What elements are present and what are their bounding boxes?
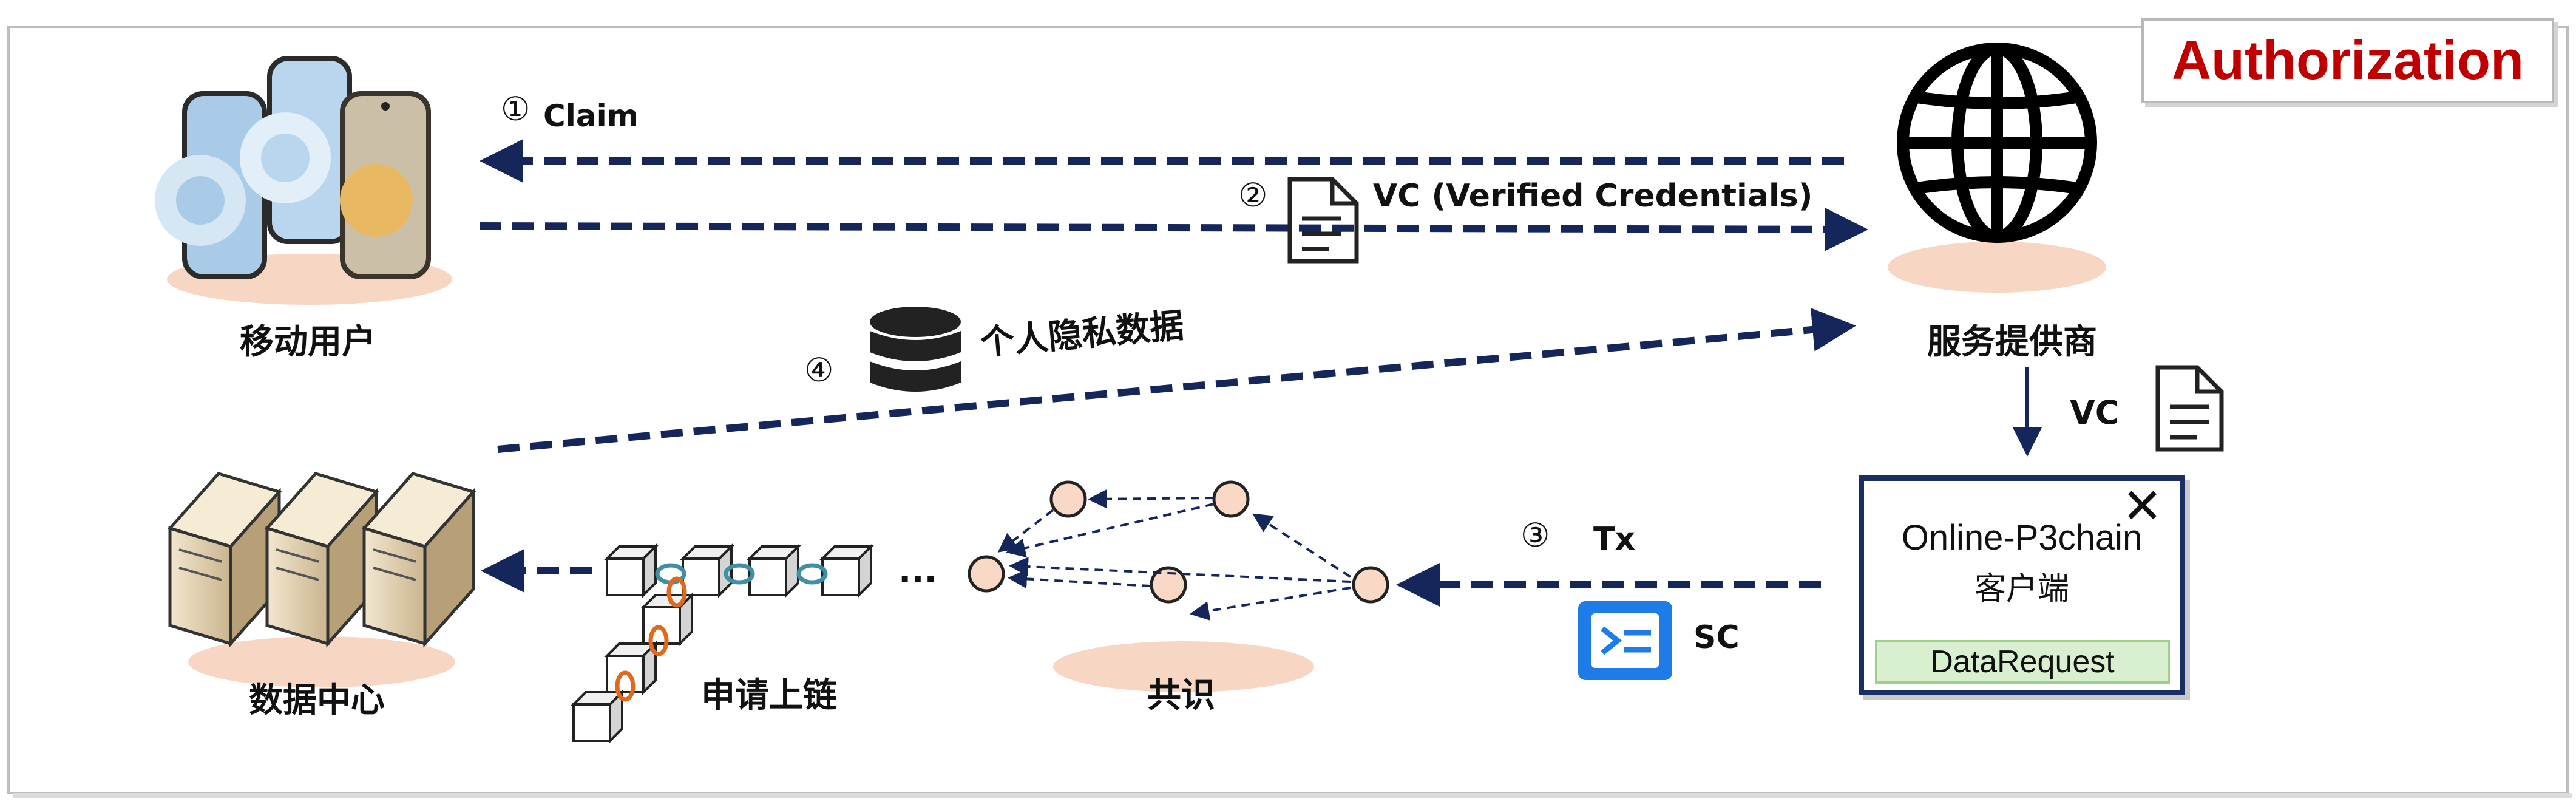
vc-full-label: VC (Verified Credentials) [1373, 178, 1813, 214]
node-a [1049, 480, 1087, 518]
node-b [1212, 480, 1250, 518]
database-icon [870, 307, 961, 392]
mobile-user-label: 移动用户 [240, 322, 376, 362]
client-subtitle: 客户端 [1974, 571, 2069, 607]
claim-label: Claim [543, 98, 639, 134]
data-center-label: 数据中心 [249, 681, 385, 720]
ellipsis-label: ... [898, 551, 937, 591]
server-racks-icon [167, 472, 476, 648]
node-c [968, 555, 1005, 593]
private-step-number: ④ [804, 351, 834, 389]
smart-contract-icon [1578, 601, 1672, 680]
tx-label: Tx [1593, 521, 1636, 557]
service-provider-label: 服务提供商 [1927, 322, 2097, 362]
chain-apply-label: 申请上链 [701, 676, 837, 715]
data-request-button[interactable]: DataRequest [1875, 640, 2170, 684]
claim-step-number: ① [501, 90, 530, 128]
p3chain-client-window: ✕ Online-P3chain 客户端 DataRequest [1859, 475, 2185, 695]
globe-icon [1897, 43, 2097, 243]
vc-step-number: ② [1238, 176, 1268, 214]
authorization-badge: Authorization [2141, 18, 2554, 103]
sc-label: SC [1693, 619, 1740, 656]
frame-shadow [13, 793, 2572, 798]
node-e [1352, 566, 1389, 604]
document-icon-vc [1287, 177, 1359, 264]
client-title: Online-P3chain [1901, 518, 2143, 557]
provider-ellipse [1888, 242, 2106, 293]
tx-step-number: ③ [1520, 516, 1550, 554]
vc-short-label: VC [2070, 393, 2120, 432]
diagram-canvas [7, 26, 2572, 798]
consensus-label: 共识 [1147, 676, 1215, 715]
document-icon-vc-provider [2155, 365, 2224, 452]
